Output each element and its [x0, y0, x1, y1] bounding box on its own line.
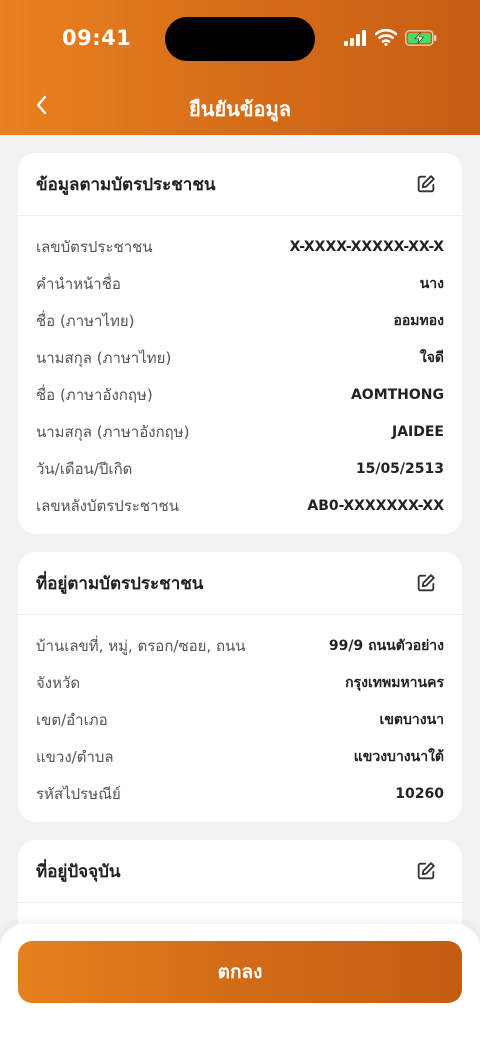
row-label: เขต/อำเภอ — [36, 710, 108, 729]
card-title: ที่อยู่ปัจจุบัน — [36, 861, 121, 882]
row-value: AOMTHONG — [350, 386, 444, 403]
edit-id-card-button[interactable] — [414, 172, 438, 196]
status-bar: 09:41 — [0, 0, 480, 78]
row-label: วัน/เดือน/ปีเกิด — [36, 459, 133, 478]
id-card-info-card: ข้อมูลตามบัตรประชาชน เลขบัตรประชาชน X-XX… — [18, 153, 462, 534]
row-first-name-th: ชื่อ (ภาษาไทย) ออมทอง — [18, 302, 462, 339]
row-label: รหัสไปรษณีย์ — [36, 784, 121, 803]
row-postal-code: รหัสไปรษณีย์ 10260 — [18, 775, 462, 812]
row-house-address: บ้านเลขที่, หมู่, ตรอก/ซอย, ถนน 99/9 ถนน… — [18, 627, 462, 664]
row-last-name-th: นามสกุล (ภาษาไทย) ใจดี — [18, 339, 462, 376]
confirm-button[interactable]: ตกลง — [18, 941, 462, 1003]
row-label: นามสกุล (ภาษาอังกฤษ) — [36, 422, 190, 441]
row-value: JAIDEE — [391, 423, 444, 440]
card-title: ที่อยู่ตามบัตรประชาชน — [36, 573, 204, 594]
edit-id-address-button[interactable] — [414, 571, 438, 595]
row-value: AB0-XXXXXXX-XX — [307, 497, 444, 514]
row-label: บ้านเลขที่, หมู่, ตรอก/ซอย, ถนน — [36, 636, 246, 655]
row-subdistrict: แขวง/ตำบล แขวงบางนาใต้ — [18, 738, 462, 775]
row-first-name-en: ชื่อ (ภาษาอังกฤษ) AOMTHONG — [18, 376, 462, 413]
row-label: จังหวัด — [36, 673, 81, 692]
divider — [18, 902, 462, 903]
wifi-icon — [375, 28, 397, 46]
row-label: ชื่อ (ภาษาอังกฤษ) — [36, 385, 153, 404]
edit-icon — [417, 862, 435, 880]
card-header: ที่อยู่ตามบัตรประชาชน — [18, 552, 462, 614]
content-scroll[interactable]: ข้อมูลตามบัตรประชาชน เลขบัตรประชาชน X-XX… — [0, 135, 480, 1044]
battery-charging-icon — [405, 30, 437, 46]
bottom-action-bar: ตกลง — [0, 924, 480, 1044]
row-label: ชื่อ (ภาษาไทย) — [36, 311, 135, 330]
signal-icon — [344, 30, 368, 46]
card-header: ข้อมูลตามบัตรประชาชน — [18, 153, 462, 215]
row-value: ออมทอง — [393, 312, 444, 329]
row-label: เลขหลังบัตรประชาชน — [36, 496, 179, 515]
row-value: 10260 — [395, 785, 444, 802]
row-value: ใจดี — [419, 349, 444, 366]
row-district: เขต/อำเภอ เขตบางนา — [18, 701, 462, 738]
row-birth-date: วัน/เดือน/ปีเกิด 15/05/2513 — [18, 450, 462, 487]
status-time: 09:41 — [62, 26, 132, 50]
page-title: ยืนยันข้อมูล — [189, 97, 291, 121]
card-header: ที่อยู่ปัจจุบัน — [18, 840, 462, 902]
row-prefix: คำนำหน้าชื่อ นาง — [18, 265, 462, 302]
row-last-name-en: นามสกุล (ภาษาอังกฤษ) JAIDEE — [18, 413, 462, 450]
row-value: แขวงบางนาใต้ — [353, 748, 444, 765]
dynamic-island — [165, 17, 315, 61]
row-value: เขตบางนา — [379, 711, 444, 728]
row-label: นามสกุล (ภาษาไทย) — [36, 348, 172, 367]
row-id-number: เลขบัตรประชาชน X-XXXX-XXXXX-XX-X — [18, 228, 462, 265]
row-label: เลขบัตรประชาชน — [36, 237, 153, 256]
header: 09:41 ยืนยันข้อมูล — [0, 0, 480, 135]
edit-icon — [417, 574, 435, 592]
row-label: คำนำหน้าชื่อ — [36, 274, 121, 293]
card-title: ข้อมูลตามบัตรประชาชน — [36, 174, 216, 195]
row-label: แขวง/ตำบล — [36, 747, 114, 766]
edit-icon — [417, 175, 435, 193]
row-value: 99/9 ถนนตัวอย่าง — [328, 637, 444, 654]
row-value: 15/05/2513 — [355, 460, 444, 477]
row-value: นาง — [419, 275, 444, 292]
row-province: จังหวัด กรุงเทพมหานคร — [18, 664, 462, 701]
row-value: X-XXXX-XXXXX-XX-X — [289, 238, 444, 255]
row-value: กรุงเทพมหานคร — [345, 674, 444, 691]
id-address-card: ที่อยู่ตามบัตรประชาชน บ้านเลขที่, หมู่, … — [18, 552, 462, 822]
row-laser-code: เลขหลังบัตรประชาชน AB0-XXXXXXX-XX — [18, 487, 462, 524]
edit-current-address-button[interactable] — [414, 859, 438, 883]
